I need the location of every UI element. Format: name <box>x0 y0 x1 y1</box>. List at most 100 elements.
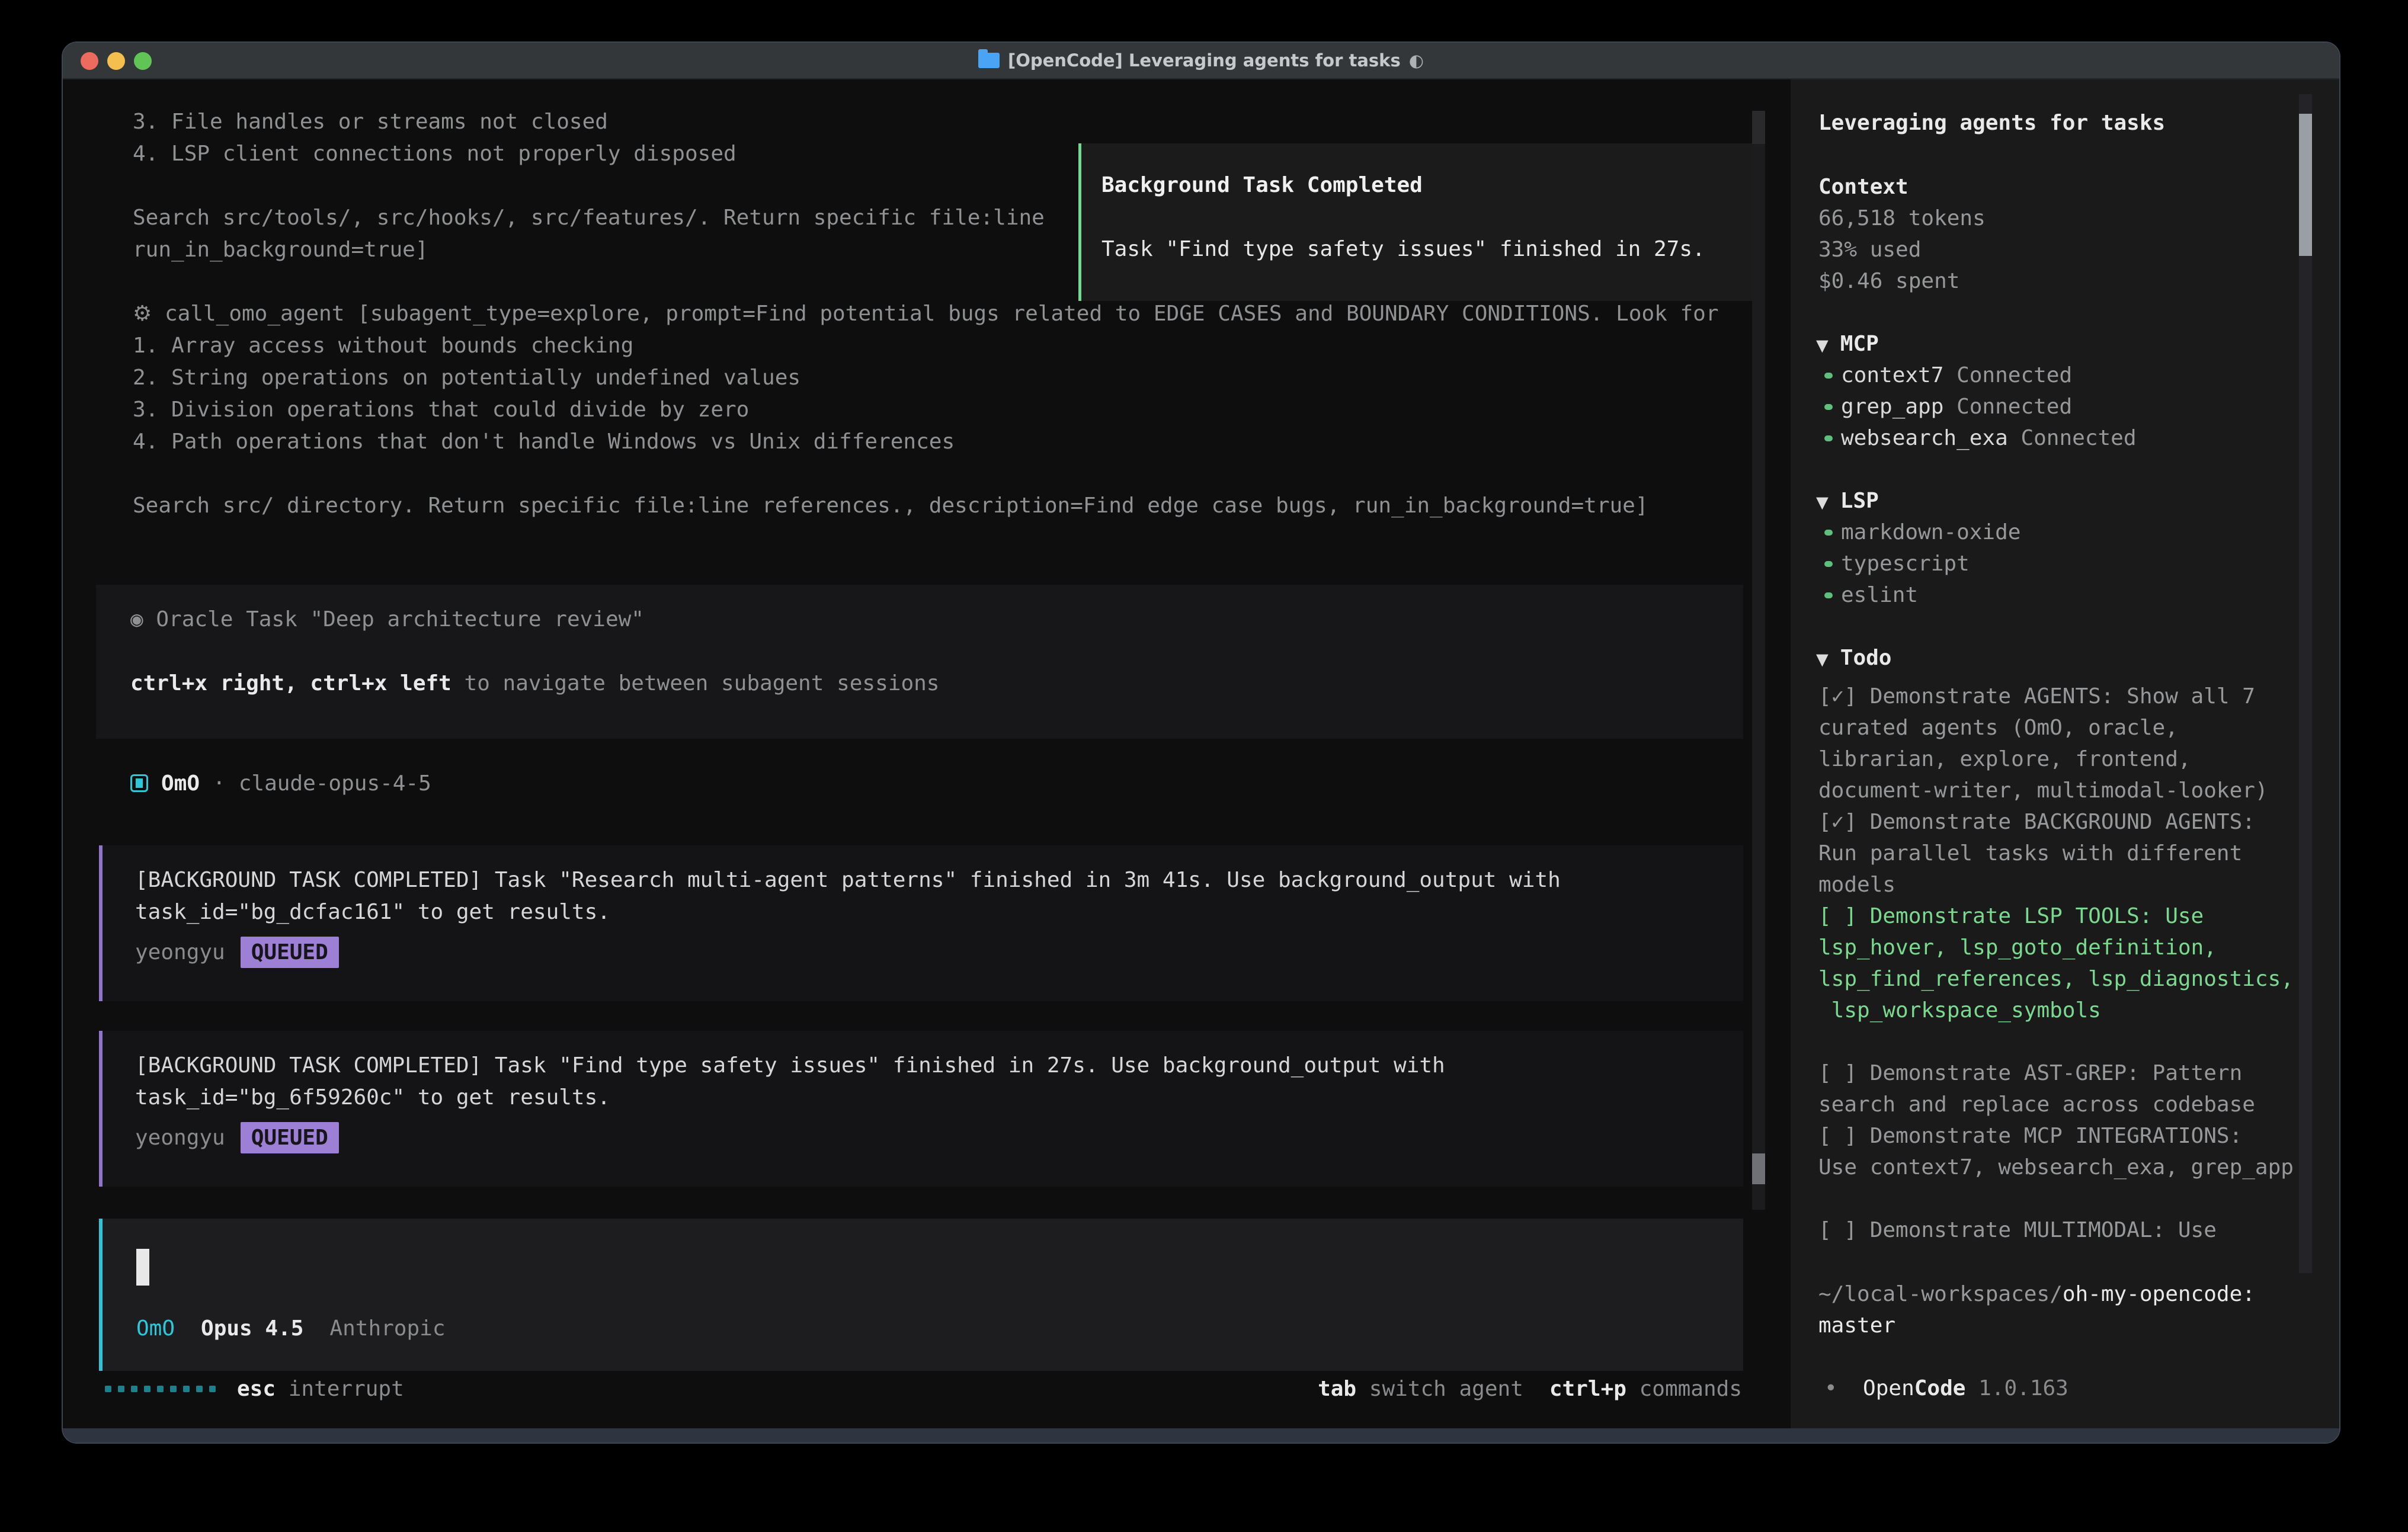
todo-heading: Todo <box>1840 646 1892 670</box>
text-cursor <box>136 1249 149 1286</box>
main-scrollbar-track[interactable] <box>1752 111 1765 1210</box>
app-window: [OpenCode] Leveraging agents for tasks ◐… <box>62 41 2340 1444</box>
activity-icon: ◐ <box>1409 50 1424 70</box>
esc-action-label: interrupt <box>289 1377 404 1401</box>
oracle-task-title: Oracle Task "Deep architecture review" <box>156 607 644 632</box>
task-message: [BACKGROUND TASK COMPLETED] Task "Resear… <box>99 845 1743 1001</box>
mcp-item-status: Connected <box>1956 363 2072 387</box>
context-spent: $0.46 spent <box>1818 265 1959 297</box>
todo-list: [✓] Demonstrate AGENTS: Show all 7 curat… <box>1818 681 2294 1246</box>
gear-icon: ⚙ <box>133 302 152 326</box>
input-provider-name: Anthropic <box>329 1316 445 1341</box>
window-title: [OpenCode] Leveraging agents for tasks ◐ <box>978 50 1424 70</box>
todo-line <box>1818 1026 2294 1057</box>
todo-line: [ ] Demonstrate AST-GREP: Pattern <box>1818 1057 2294 1089</box>
mcp-item-name: grep_app <box>1841 395 1943 419</box>
agent-icon <box>130 774 148 792</box>
transcript-line: 3. Division operations that could divide… <box>133 394 1719 426</box>
input-meta: OmO Opus 4.5 Anthropic <box>136 1312 446 1344</box>
todo-line: Use context7, websearch_exa, grep_app <box>1818 1152 2294 1183</box>
version-name-regular: Open <box>1863 1376 1914 1400</box>
workspace-path-prefix: ~/local-workspaces/ <box>1818 1282 2063 1306</box>
zoom-button[interactable] <box>134 52 152 70</box>
chevron-down-icon: ▼ <box>1816 336 1829 355</box>
context-heading: Context <box>1818 171 1909 203</box>
session-sidebar: Leveraging agents for tasks Context 66,5… <box>1791 79 2340 1431</box>
bullet-icon <box>1824 373 1833 379</box>
todo-line: [ ] Demonstrate MCP INTEGRATIONS: <box>1818 1120 2294 1152</box>
esc-hint: esc interrupt <box>237 1377 404 1401</box>
cmd-key-label: ctrl+p <box>1549 1377 1626 1401</box>
todo-section-header[interactable]: ▼ Todo <box>1816 642 1891 674</box>
app-version: • OpenCode 1.0.163 <box>1824 1373 2068 1405</box>
chevron-down-icon: ▼ <box>1816 493 1829 512</box>
mcp-item-status: Connected <box>2020 426 2136 450</box>
esc-key-label: esc <box>237 1377 276 1401</box>
chevron-down-icon: ▼ <box>1816 650 1829 669</box>
todo-line-active: lsp_hover, lsp_goto_definition, <box>1818 932 2294 963</box>
sidebar-scrollbar-thumb[interactable] <box>2299 114 2312 256</box>
transcript-line: 2. String operations on potentially unde… <box>133 362 1719 394</box>
bullet-icon <box>1824 592 1833 598</box>
todo-line: [✓] Demonstrate AGENTS: Show all 7 <box>1818 681 2294 712</box>
folder-icon <box>978 53 1000 68</box>
task-user: yeongyu <box>135 1126 225 1150</box>
sidebar-scrollbar-track[interactable] <box>2299 94 2312 1273</box>
tool-call-text: call_omo_agent [subagent_type=explore, p… <box>165 302 1719 326</box>
agent-name: OmO <box>161 771 200 796</box>
status-bar: esc interrupt tab switch agent ctrl+p co… <box>63 1373 1791 1405</box>
todo-line: Run parallel tasks with different <box>1818 838 2294 869</box>
minimize-button[interactable] <box>107 52 125 70</box>
mcp-section-header[interactable]: ▼ MCP <box>1816 328 1879 360</box>
session-title: Leveraging agents for tasks <box>1818 107 2165 139</box>
status-left: esc interrupt <box>105 1373 404 1405</box>
oracle-task-row: ◉ Oracle Task "Deep architecture review" <box>130 604 1743 636</box>
lsp-item: eslint <box>1841 579 1918 611</box>
oracle-hint-row: ctrl+x right, ctrl+x left to navigate be… <box>130 668 1743 700</box>
agent-header: OmO · claude-opus-4-5 <box>130 767 431 799</box>
version-name-bold: Code <box>1914 1376 1966 1400</box>
todo-line: librarian, explore, frontend, <box>1818 743 2294 775</box>
lsp-section-header[interactable]: ▼ LSP <box>1816 485 1879 517</box>
activity-dots-icon <box>105 1386 216 1392</box>
todo-line: search and replace across codebase <box>1818 1089 2294 1120</box>
titlebar: [OpenCode] Leveraging agents for tasks ◐ <box>63 43 2339 79</box>
mcp-item: websearch_exa Connected <box>1841 422 2137 454</box>
task-message: [BACKGROUND TASK COMPLETED] Task "Find t… <box>99 1031 1743 1187</box>
todo-line: document-writer, multimodal-looker) <box>1818 775 2294 806</box>
toast-body: Task "Find type safety issues" finished … <box>1101 233 1757 265</box>
context-tokens: 66,518 tokens <box>1818 203 1986 235</box>
bullet-icon <box>1824 435 1833 441</box>
todo-line: models <box>1818 869 2294 900</box>
input-agent-name: OmO <box>136 1316 175 1341</box>
close-button[interactable] <box>81 52 98 70</box>
traffic-lights <box>81 52 152 70</box>
commands-hint: ctrl+p commands <box>1549 1377 1742 1401</box>
context-used: 33% used <box>1818 234 1921 266</box>
version-number: 1.0.163 <box>1978 1376 2068 1400</box>
queued-badge: QUEUED <box>241 937 339 968</box>
tab-action-label: switch agent <box>1369 1377 1523 1401</box>
lsp-heading: LSP <box>1840 489 1879 513</box>
transcript-line: 3. File handles or streams not closed <box>133 106 1719 138</box>
mcp-heading: MCP <box>1840 332 1879 356</box>
oracle-hint-text: to navigate between subagent sessions <box>451 671 940 696</box>
main-scrollbar-cap <box>1752 111 1765 144</box>
task-user: yeongyu <box>135 940 225 964</box>
task-message-line: task_id="bg_dcfac161" to get results. <box>135 896 1743 928</box>
bullet-icon <box>1824 404 1833 410</box>
todo-line: [✓] Demonstrate BACKGROUND AGENTS: <box>1818 806 2294 838</box>
tool-call-line: ⚙ call_omo_agent [subagent_type=explore,… <box>133 298 1719 330</box>
status-right: tab switch agent ctrl+p commands <box>1318 1373 1742 1405</box>
window-title-text: [OpenCode] Leveraging agents for tasks <box>1008 50 1401 70</box>
mcp-item-status: Connected <box>1956 395 2072 419</box>
mcp-item-name: context7 <box>1841 363 1943 387</box>
prompt-input[interactable]: OmO Opus 4.5 Anthropic <box>99 1219 1743 1371</box>
mcp-item: context7 Connected <box>1841 360 2072 392</box>
oracle-hint-keys: ctrl+x right, ctrl+x left <box>130 671 451 696</box>
bullet-icon: • <box>1824 1376 1837 1400</box>
agent-separator: · <box>213 771 226 796</box>
oracle-task-panel: ◉ Oracle Task "Deep architecture review"… <box>96 585 1743 739</box>
main-scrollbar-thumb[interactable] <box>1752 1153 1765 1184</box>
toast-title: Background Task Completed <box>1101 169 1757 201</box>
